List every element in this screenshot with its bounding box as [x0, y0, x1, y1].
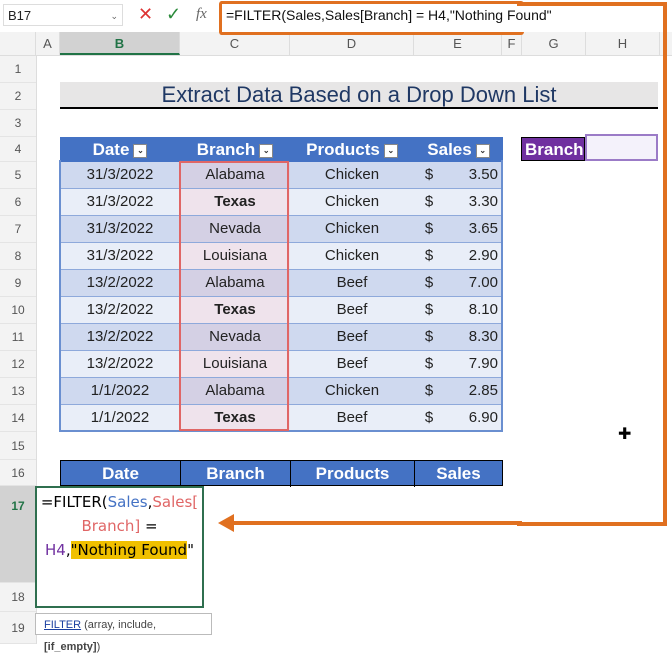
- formula-highlight-box: [219, 1, 524, 35]
- row-header[interactable]: 7: [0, 216, 36, 243]
- col-b[interactable]: B: [60, 32, 180, 55]
- row-header[interactable]: 3: [0, 110, 36, 137]
- name-box[interactable]: B17 ⌄: [3, 4, 123, 26]
- row-header[interactable]: 15: [0, 432, 36, 460]
- output-header-branch: Branch: [181, 461, 291, 487]
- formula-arg-sales: Sales: [107, 493, 148, 511]
- enter-icon[interactable]: ✓: [166, 4, 181, 25]
- row-header[interactable]: 19: [0, 612, 36, 644]
- output-header-sales: Sales: [436, 464, 481, 483]
- function-tooltip: FILTER (array, include, [if_empty]): [35, 613, 212, 653]
- name-box-value: B17: [8, 8, 32, 23]
- row-header[interactable]: 4: [0, 137, 36, 162]
- output-table-header: Date Branch Products Sales: [60, 460, 503, 487]
- col-c[interactable]: C: [180, 32, 290, 55]
- comma: ,: [65, 541, 71, 559]
- row-header[interactable]: 12: [0, 351, 36, 378]
- formula-icons: ✕ ✓ fx: [134, 4, 218, 26]
- row-header[interactable]: 5: [0, 162, 36, 189]
- cell-editor[interactable]: =FILTER(Sales,Sales[ Branch] = H4,"Nothi…: [35, 486, 204, 608]
- row-header[interactable]: 1: [0, 56, 36, 83]
- cancel-icon[interactable]: ✕: [138, 4, 153, 25]
- output-header-products: Products: [291, 461, 415, 487]
- row-header[interactable]: 10: [0, 297, 36, 324]
- formula-function: =FILTER(: [40, 493, 108, 511]
- row-header[interactable]: 18: [0, 583, 36, 612]
- filter-dropdown-icon[interactable]: ⌄: [259, 143, 274, 158]
- fx-icon[interactable]: fx: [196, 6, 207, 23]
- cursor-icon: ✚: [618, 426, 632, 443]
- row-header[interactable]: 2: [0, 83, 36, 110]
- branch-column-highlight: [179, 161, 289, 431]
- tooltip-optional-arg: [if_empty]: [44, 641, 97, 653]
- filter-dropdown-icon[interactable]: ⌄: [133, 143, 148, 158]
- tooltip-close: ): [96, 641, 101, 653]
- row-header[interactable]: 13: [0, 378, 36, 405]
- row-header[interactable]: 14: [0, 405, 36, 432]
- row-header[interactable]: 16: [0, 460, 36, 486]
- row-header[interactable]: 11: [0, 324, 36, 351]
- formula-arg-h4: H4: [45, 541, 66, 559]
- formula-arg-range: Sales[: [152, 493, 199, 511]
- chevron-down-icon[interactable]: ⌄: [110, 5, 118, 27]
- formula-arg-if-empty: Nothing Found: [77, 541, 188, 559]
- formula-operator: =: [140, 517, 158, 535]
- quote: ": [70, 541, 78, 559]
- output-header-date: Date: [61, 461, 181, 487]
- col-d[interactable]: D: [290, 32, 414, 55]
- arrow-line: [232, 521, 522, 525]
- callout-connector: [517, 2, 667, 526]
- row-header[interactable]: 6: [0, 189, 36, 216]
- row-header[interactable]: 8: [0, 243, 36, 270]
- filter-dropdown-icon[interactable]: ⌄: [383, 143, 398, 158]
- tooltip-args: (array, include,: [81, 619, 157, 631]
- col-e[interactable]: E: [414, 32, 502, 55]
- quote: ": [187, 541, 194, 559]
- row-header[interactable]: 9: [0, 270, 36, 297]
- formula-arg-range-end: Branch]: [81, 517, 141, 535]
- select-all[interactable]: [0, 32, 36, 55]
- function-help-link[interactable]: FILTER: [44, 619, 81, 631]
- col-a[interactable]: A: [36, 32, 60, 55]
- row-header[interactable]: 17: [0, 486, 36, 583]
- filter-dropdown-icon[interactable]: ⌄: [475, 143, 490, 158]
